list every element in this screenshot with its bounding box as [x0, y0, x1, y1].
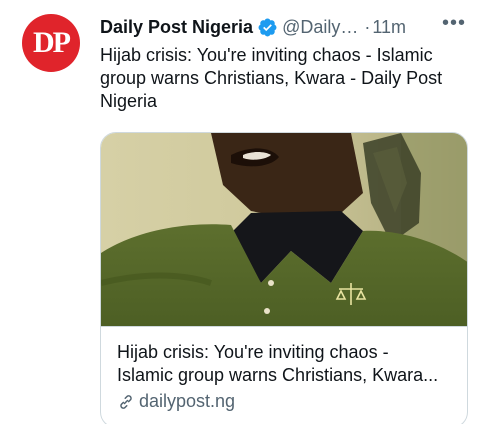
- card-domain-text: dailypost.ng: [139, 391, 236, 411]
- timestamp[interactable]: 11m: [372, 17, 406, 38]
- handle[interactable]: @Daily…: [282, 17, 358, 38]
- card-domain[interactable]: dailypost.ng: [117, 391, 235, 412]
- card-title-line-2: Islamic group warns Christians, Kwara...: [117, 365, 439, 385]
- tweet-header: Daily Post Nigeria @Daily… · 11m •••: [100, 12, 470, 40]
- more-icon[interactable]: •••: [442, 12, 466, 35]
- card-divider: [101, 326, 467, 327]
- avatar-logo-text: DP: [33, 26, 71, 59]
- card-image[interactable]: [101, 133, 467, 326]
- separator-dot: ·: [364, 16, 371, 37]
- card-title-line-1: Hijab crisis: You're inviting chaos -: [117, 342, 389, 362]
- link-icon: [117, 393, 135, 411]
- link-card[interactable]: Hijab crisis: You're inviting chaos - Is…: [100, 132, 468, 424]
- card-title: Hijab crisis: You're inviting chaos - Is…: [117, 341, 457, 387]
- display-name[interactable]: Daily Post Nigeria: [100, 17, 253, 38]
- card-photo: [101, 133, 467, 326]
- verified-badge-icon: [257, 17, 278, 38]
- avatar[interactable]: DP: [22, 14, 80, 72]
- tweet[interactable]: DP Daily Post Nigeria @Daily… · 11m ••• …: [0, 0, 490, 424]
- tweet-text: Hijab crisis: You're inviting chaos - Is…: [100, 45, 443, 111]
